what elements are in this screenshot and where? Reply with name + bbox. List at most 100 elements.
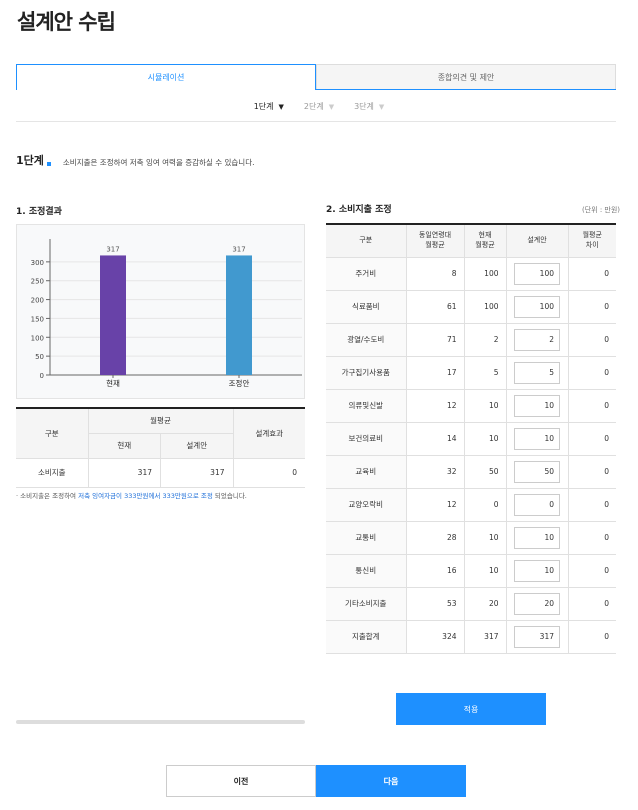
section-expense-adjust-title: 2. 소비지출 조정 <box>326 205 392 215</box>
design-value-input[interactable] <box>514 394 560 417</box>
row-diff: 0 <box>567 619 616 654</box>
table-row: 지출합계324317 0 <box>326 619 616 654</box>
design-value-input[interactable] <box>514 427 560 450</box>
y-tick-label: 250 <box>31 278 44 286</box>
y-tick-label: 0 <box>40 372 44 380</box>
table-row: 주거비8100 0 <box>326 256 616 291</box>
step-1[interactable]: 1단계 ▼ <box>254 101 284 112</box>
design-value-input[interactable] <box>514 460 560 483</box>
table-row: 가구집기사용품175 0 <box>326 355 616 390</box>
y-tick-label: 200 <box>31 297 44 305</box>
bar-조정안 <box>226 255 252 375</box>
row-category: 식료품비 <box>326 289 407 324</box>
table-row: 소비지출 317 317 0 <box>16 457 305 488</box>
col-header-effect: 설계효과 <box>232 407 305 459</box>
row-diff: 0 <box>567 487 616 522</box>
row-peer-avg: 16 <box>405 553 465 588</box>
row-peer-avg: 324 <box>405 619 465 654</box>
note-prefix: 소비지출은 조정하여 <box>20 492 79 500</box>
prev-button[interactable]: 이전 <box>166 765 316 797</box>
bar-현재 <box>100 255 126 375</box>
step-3[interactable]: 3단계 ▼ <box>354 101 384 112</box>
row-category: 지출합계 <box>326 619 407 654</box>
step-2[interactable]: 2단계 ▼ <box>304 101 334 112</box>
row-diff: 0 <box>567 388 616 423</box>
caret-down-icon: ▼ <box>328 102 335 111</box>
design-value-input[interactable] <box>514 526 560 549</box>
row-current: 100 <box>463 289 507 324</box>
comparison-table: 구분 월평균 설계효과 현재 설계안 소비지출 317 317 0 <box>16 407 305 488</box>
tab-simulation[interactable]: 시뮬레이션 <box>16 64 316 90</box>
col-header-current: 현재 <box>88 432 161 459</box>
row-diff: 0 <box>567 355 616 390</box>
x-tick-label: 조정안 <box>229 378 250 388</box>
design-value-input[interactable] <box>514 493 560 516</box>
tab-summary-opinion[interactable]: 종합의견 및 제안 <box>316 64 616 90</box>
row-diff: 0 <box>567 289 616 324</box>
table-row: 통신비1610 0 <box>326 553 616 588</box>
row-current: 0 <box>463 487 507 522</box>
row-category: 기타소비지출 <box>326 586 407 621</box>
row-current: 50 <box>463 454 507 489</box>
section-adjust-result-title: 1. 조정결과 <box>16 207 62 217</box>
horizontal-scrollbar[interactable] <box>16 720 305 724</box>
col-header-design: 설계안 <box>160 432 233 459</box>
caret-down-icon: ▼ <box>378 102 385 111</box>
tab-bar: 시뮬레이션 종합의견 및 제안 <box>16 64 616 90</box>
table-row: 의류및신발1210 0 <box>326 388 616 423</box>
y-tick-label: 50 <box>35 353 44 361</box>
row-peer-avg: 28 <box>405 520 465 555</box>
row-current: 317 <box>463 619 507 654</box>
row-category: 교육비 <box>326 454 407 489</box>
y-tick-label: 150 <box>31 315 44 323</box>
step-1-label: 1단계 <box>253 102 274 111</box>
divider <box>16 121 616 122</box>
row-peer-avg: 53 <box>405 586 465 621</box>
col-header-category: 구분 <box>326 223 407 258</box>
row-design-cell <box>505 619 569 654</box>
row-design-cell <box>505 421 569 456</box>
row-category: 광열/수도비 <box>326 322 407 357</box>
row-effect: 0 <box>232 457 305 488</box>
table-row: 광열/수도비712 0 <box>326 322 616 357</box>
row-diff: 0 <box>567 553 616 588</box>
row-design-cell <box>505 289 569 324</box>
note-suffix: 되었습니다. <box>212 492 247 500</box>
next-button[interactable]: 다음 <box>316 765 466 797</box>
data-label: 317 <box>106 245 119 253</box>
design-value-input[interactable] <box>514 328 560 351</box>
row-design-cell <box>505 586 569 621</box>
row-design-cell <box>505 355 569 390</box>
step-2-label: 2단계 <box>303 102 324 111</box>
design-value-input[interactable] <box>514 262 560 285</box>
row-design-cell <box>505 520 569 555</box>
row-category: 교통비 <box>326 520 407 555</box>
col-header-monthly-avg: 월평균 <box>87 407 234 434</box>
row-current: 2 <box>463 322 507 357</box>
row-peer-avg: 14 <box>405 421 465 456</box>
step-selector: 1단계 ▼ 2단계 ▼ 3단계 ▼ <box>0 101 638 112</box>
row-diff: 0 <box>567 421 616 456</box>
row-current: 100 <box>463 256 507 291</box>
col-header-diff: 월평균 차이 <box>567 223 616 258</box>
col-header-current: 현재 월평균 <box>463 223 507 258</box>
row-current: 10 <box>463 421 507 456</box>
design-value-input[interactable] <box>514 559 560 582</box>
apply-button[interactable]: 적용 <box>396 693 546 725</box>
row-current: 10 <box>463 553 507 588</box>
row-peer-avg: 8 <box>405 256 465 291</box>
tab-baseline <box>316 89 616 90</box>
row-diff: 0 <box>567 322 616 357</box>
row-current: 20 <box>463 586 507 621</box>
row-current: 10 <box>463 520 507 555</box>
design-value-input[interactable] <box>514 361 560 384</box>
stage-description: 소비지출은 조정하여 저축 잉여 여력을 증감하실 수 있습니다. <box>62 158 255 167</box>
design-value-input[interactable] <box>514 592 560 615</box>
adjust-note: · 소비지출은 조정하여 저축 잉여자금이 333만원에서 333만원으로 조정… <box>16 492 247 500</box>
row-design-cell <box>505 388 569 423</box>
design-value-input[interactable] <box>514 625 560 648</box>
row-peer-avg: 12 <box>405 388 465 423</box>
design-value-input[interactable] <box>514 295 560 318</box>
y-tick-label: 300 <box>31 259 44 267</box>
expense-adjust-table: 구분 동일연령대월평균 현재월평균 설계안 월평균차이 주거비81000식료품비… <box>326 223 616 654</box>
